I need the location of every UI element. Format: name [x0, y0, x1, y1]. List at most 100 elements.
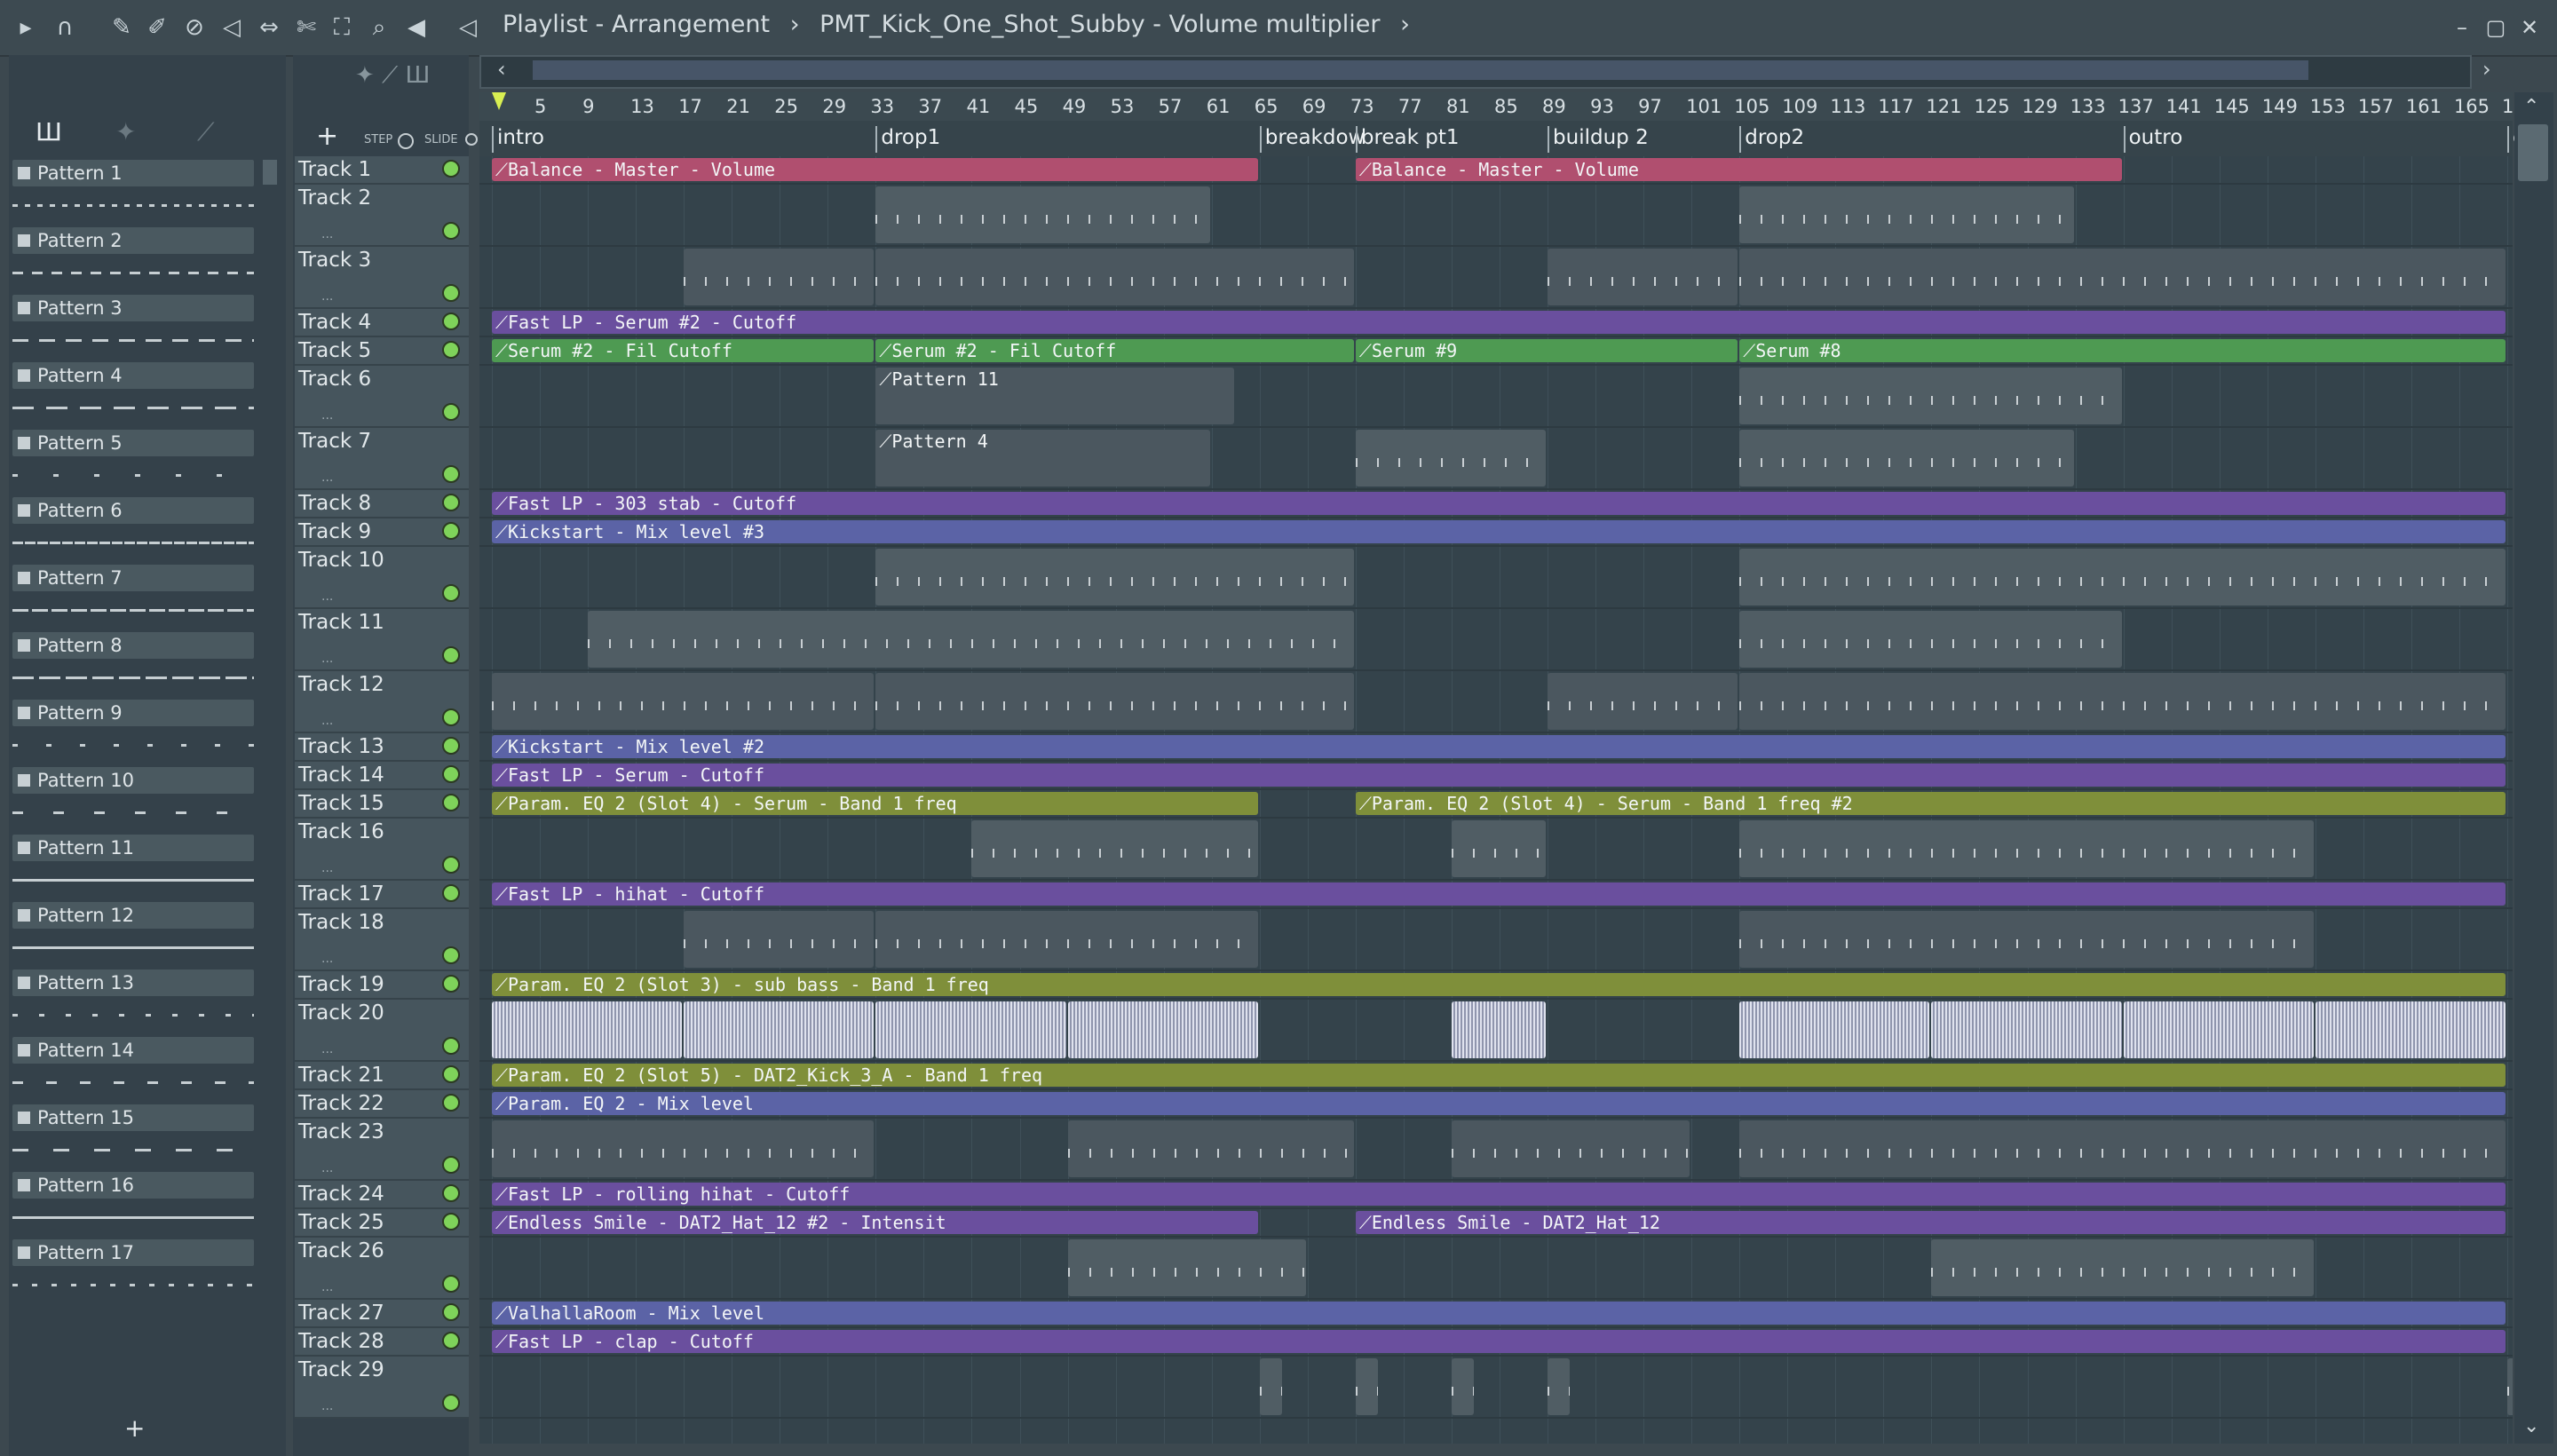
pattern-clip[interactable] — [1548, 249, 1738, 305]
pattern-clip[interactable] — [1739, 611, 2122, 668]
picker-scrollbar[interactable] — [263, 160, 277, 185]
track-options-icon[interactable]: ... — [321, 471, 333, 485]
automation-clip[interactable]: ⟋Param. EQ 2 (Slot 4) - Serum - Band 1 f… — [1355, 792, 2506, 815]
track-mute-led[interactable] — [442, 160, 460, 178]
track-mute-led[interactable] — [442, 1275, 460, 1293]
magnet-icon[interactable]: ∩ — [50, 12, 80, 43]
pattern-clip[interactable] — [875, 1001, 1066, 1058]
track-lane[interactable] — [479, 609, 2513, 671]
step-toggle[interactable] — [398, 133, 414, 149]
speaker-icon[interactable]: ◁ — [453, 12, 483, 43]
pattern-clip[interactable] — [875, 186, 1210, 243]
zoom-icon[interactable]: ⌕ — [364, 12, 394, 43]
track-lane[interactable] — [479, 547, 2513, 609]
scroll-up-icon[interactable]: ⌃ — [2523, 96, 2539, 118]
track-lane[interactable] — [479, 1357, 2513, 1419]
track-mute-led[interactable] — [442, 708, 460, 726]
track-options-icon[interactable]: ... — [321, 408, 333, 423]
pattern-item[interactable]: Pattern 17 — [12, 1239, 254, 1266]
track-lane[interactable]: ⟋Fast LP - rolling hihat - Cutoff — [479, 1181, 2513, 1209]
automation-clip[interactable]: ⟋Balance - Master - Volume — [492, 158, 1258, 181]
automation-clip[interactable]: ⟋Fast LP - 303 stab - Cutoff — [492, 492, 2506, 515]
track-header[interactable]: Track 17 — [295, 881, 469, 909]
pattern-clip[interactable] — [875, 673, 1354, 730]
automation-clip[interactable]: ⟋ValhallaRoom - Mix level — [492, 1302, 2506, 1325]
automation-clip[interactable]: ⟋Fast LP - Serum - Cutoff — [492, 764, 2506, 787]
pattern-clip[interactable] — [1739, 820, 2314, 877]
automation-clip[interactable]: ⟋Fast LP - rolling hihat - Cutoff — [492, 1183, 2506, 1206]
pencil-icon[interactable]: ✎ — [107, 12, 137, 43]
track-header[interactable]: Track 24 — [295, 1181, 469, 1209]
playhead-marker[interactable] — [492, 92, 506, 110]
track-header[interactable]: Track 26... — [295, 1238, 469, 1300]
track-header[interactable]: Track 7... — [295, 428, 469, 490]
pattern-item[interactable]: Pattern 10 — [12, 767, 254, 794]
pattern-clip[interactable] — [1067, 1001, 1258, 1058]
pattern-item[interactable]: Pattern 5 — [12, 430, 254, 456]
automation-clip[interactable]: ⟋Fast LP - clap - Cutoff — [492, 1330, 2506, 1353]
pattern-clip[interactable] — [875, 549, 1354, 605]
track-options-icon[interactable]: ... — [321, 1280, 333, 1294]
track-mute-led[interactable] — [442, 1332, 460, 1349]
pattern-clip[interactable] — [1739, 368, 2122, 424]
pattern-clip[interactable] — [1739, 549, 2506, 605]
track-lane[interactable]: ⟋Kickstart - Mix level #2 — [479, 733, 2513, 762]
track-lane[interactable] — [479, 671, 2513, 733]
track-header[interactable]: Track 10... — [295, 547, 469, 609]
track-lane[interactable]: ⟋Kickstart - Mix level #3 — [479, 518, 2513, 547]
play-arrow-icon[interactable]: ▸ — [11, 12, 41, 43]
scroll-down-icon[interactable]: ⌄ — [2523, 1415, 2539, 1437]
audio-clip-icon[interactable]: ✦ — [115, 117, 136, 146]
pattern-clip[interactable] — [1739, 430, 2074, 487]
pattern-clip[interactable] — [684, 249, 875, 305]
track-lane[interactable] — [479, 185, 2513, 247]
time-marker[interactable]: drop2 — [1739, 126, 1804, 153]
select-icon[interactable]: ⛶ — [327, 12, 357, 43]
track-header[interactable]: Track 28 — [295, 1328, 469, 1357]
automation-clip[interactable]: ⟋Param. EQ 2 - Mix level — [492, 1092, 2506, 1115]
scroll-left-icon[interactable]: ‹ — [497, 57, 506, 82]
track-header[interactable]: Track 16... — [295, 819, 469, 881]
time-ruler[interactable]: 5 9 13 17 21 25 29 33 37 41 45 49 53 57 61 65 69 73 77 81 85… — [479, 92, 2526, 121]
track-options-icon[interactable]: ... — [321, 952, 333, 966]
track-options-icon[interactable]: ... — [321, 714, 333, 728]
pattern-clip[interactable] — [1739, 1001, 1930, 1058]
pattern-item[interactable]: Pattern 12 — [12, 902, 254, 929]
track-mute-led[interactable] — [442, 975, 460, 993]
maximize-button[interactable]: ▢ — [2482, 14, 2509, 41]
track-header[interactable]: Track 29... — [295, 1357, 469, 1419]
track-lane[interactable]: ⟋Serum #2 - Fil Cutoff ⟋Serum #2 - Fil Cu… — [479, 337, 2513, 366]
pattern-clip[interactable] — [1451, 1120, 1690, 1177]
track-options-icon[interactable]: ... — [321, 590, 333, 604]
pattern-item[interactable]: Pattern 4 — [12, 362, 254, 389]
track-mute-led[interactable] — [442, 403, 460, 421]
breadcrumb-item-clip[interactable]: PMT_Kick_One_Shot_Subby - Volume multipl… — [819, 11, 1380, 38]
pattern-item[interactable]: Pattern 14 — [12, 1037, 254, 1064]
pattern-clip[interactable] — [875, 911, 1258, 968]
track-header[interactable]: Track 13 — [295, 733, 469, 762]
pattern-clip[interactable] — [684, 1001, 875, 1058]
automation-clip[interactable]: ⟋Fast LP - Serum #2 - Cutoff — [492, 311, 2506, 334]
pattern-clip[interactable] — [1067, 1120, 1354, 1177]
track-options-icon[interactable]: ... — [321, 652, 333, 666]
track-mute-led[interactable] — [442, 646, 460, 664]
playback-icon[interactable]: ◀ — [401, 12, 431, 43]
track-header[interactable]: Track 15 — [295, 790, 469, 819]
delete-icon[interactable]: ⊘ — [179, 12, 210, 43]
track-lane[interactable]: ⟋Fast LP - 303 stab - Cutoff — [479, 490, 2513, 518]
automation-clip[interactable]: ⟋Serum #8 — [1739, 339, 2506, 362]
automation-clip[interactable]: ⟋Kickstart - Mix level #3 — [492, 520, 2506, 543]
track-header[interactable]: Track 14 — [295, 762, 469, 790]
track-options-icon[interactable]: ... — [321, 1399, 333, 1413]
track-header[interactable]: Track 25 — [295, 1209, 469, 1238]
track-lane[interactable]: ⟋Param. EQ 2 (Slot 4) - Serum - Band 1 f… — [479, 790, 2513, 819]
breadcrumb-item-playlist[interactable]: Playlist - Arrangement — [503, 11, 770, 38]
pattern-clip[interactable] — [1739, 186, 2074, 243]
slice-icon[interactable]: ✄ — [291, 12, 321, 43]
automation-clip[interactable]: ⟋Param. EQ 2 (Slot 5) - DAT2_Kick_3_A - … — [492, 1064, 2506, 1087]
track-lane[interactable]: ⟋Pattern 11 — [479, 366, 2513, 428]
track-lane[interactable]: ⟋Fast LP - Serum #2 - Cutoff — [479, 309, 2513, 337]
track-mute-led[interactable] — [442, 1065, 460, 1083]
pattern-item[interactable]: Pattern 7 — [12, 565, 254, 591]
track-lane[interactable]: ⟋Param. EQ 2 (Slot 3) - sub bass - Band … — [479, 971, 2513, 1000]
